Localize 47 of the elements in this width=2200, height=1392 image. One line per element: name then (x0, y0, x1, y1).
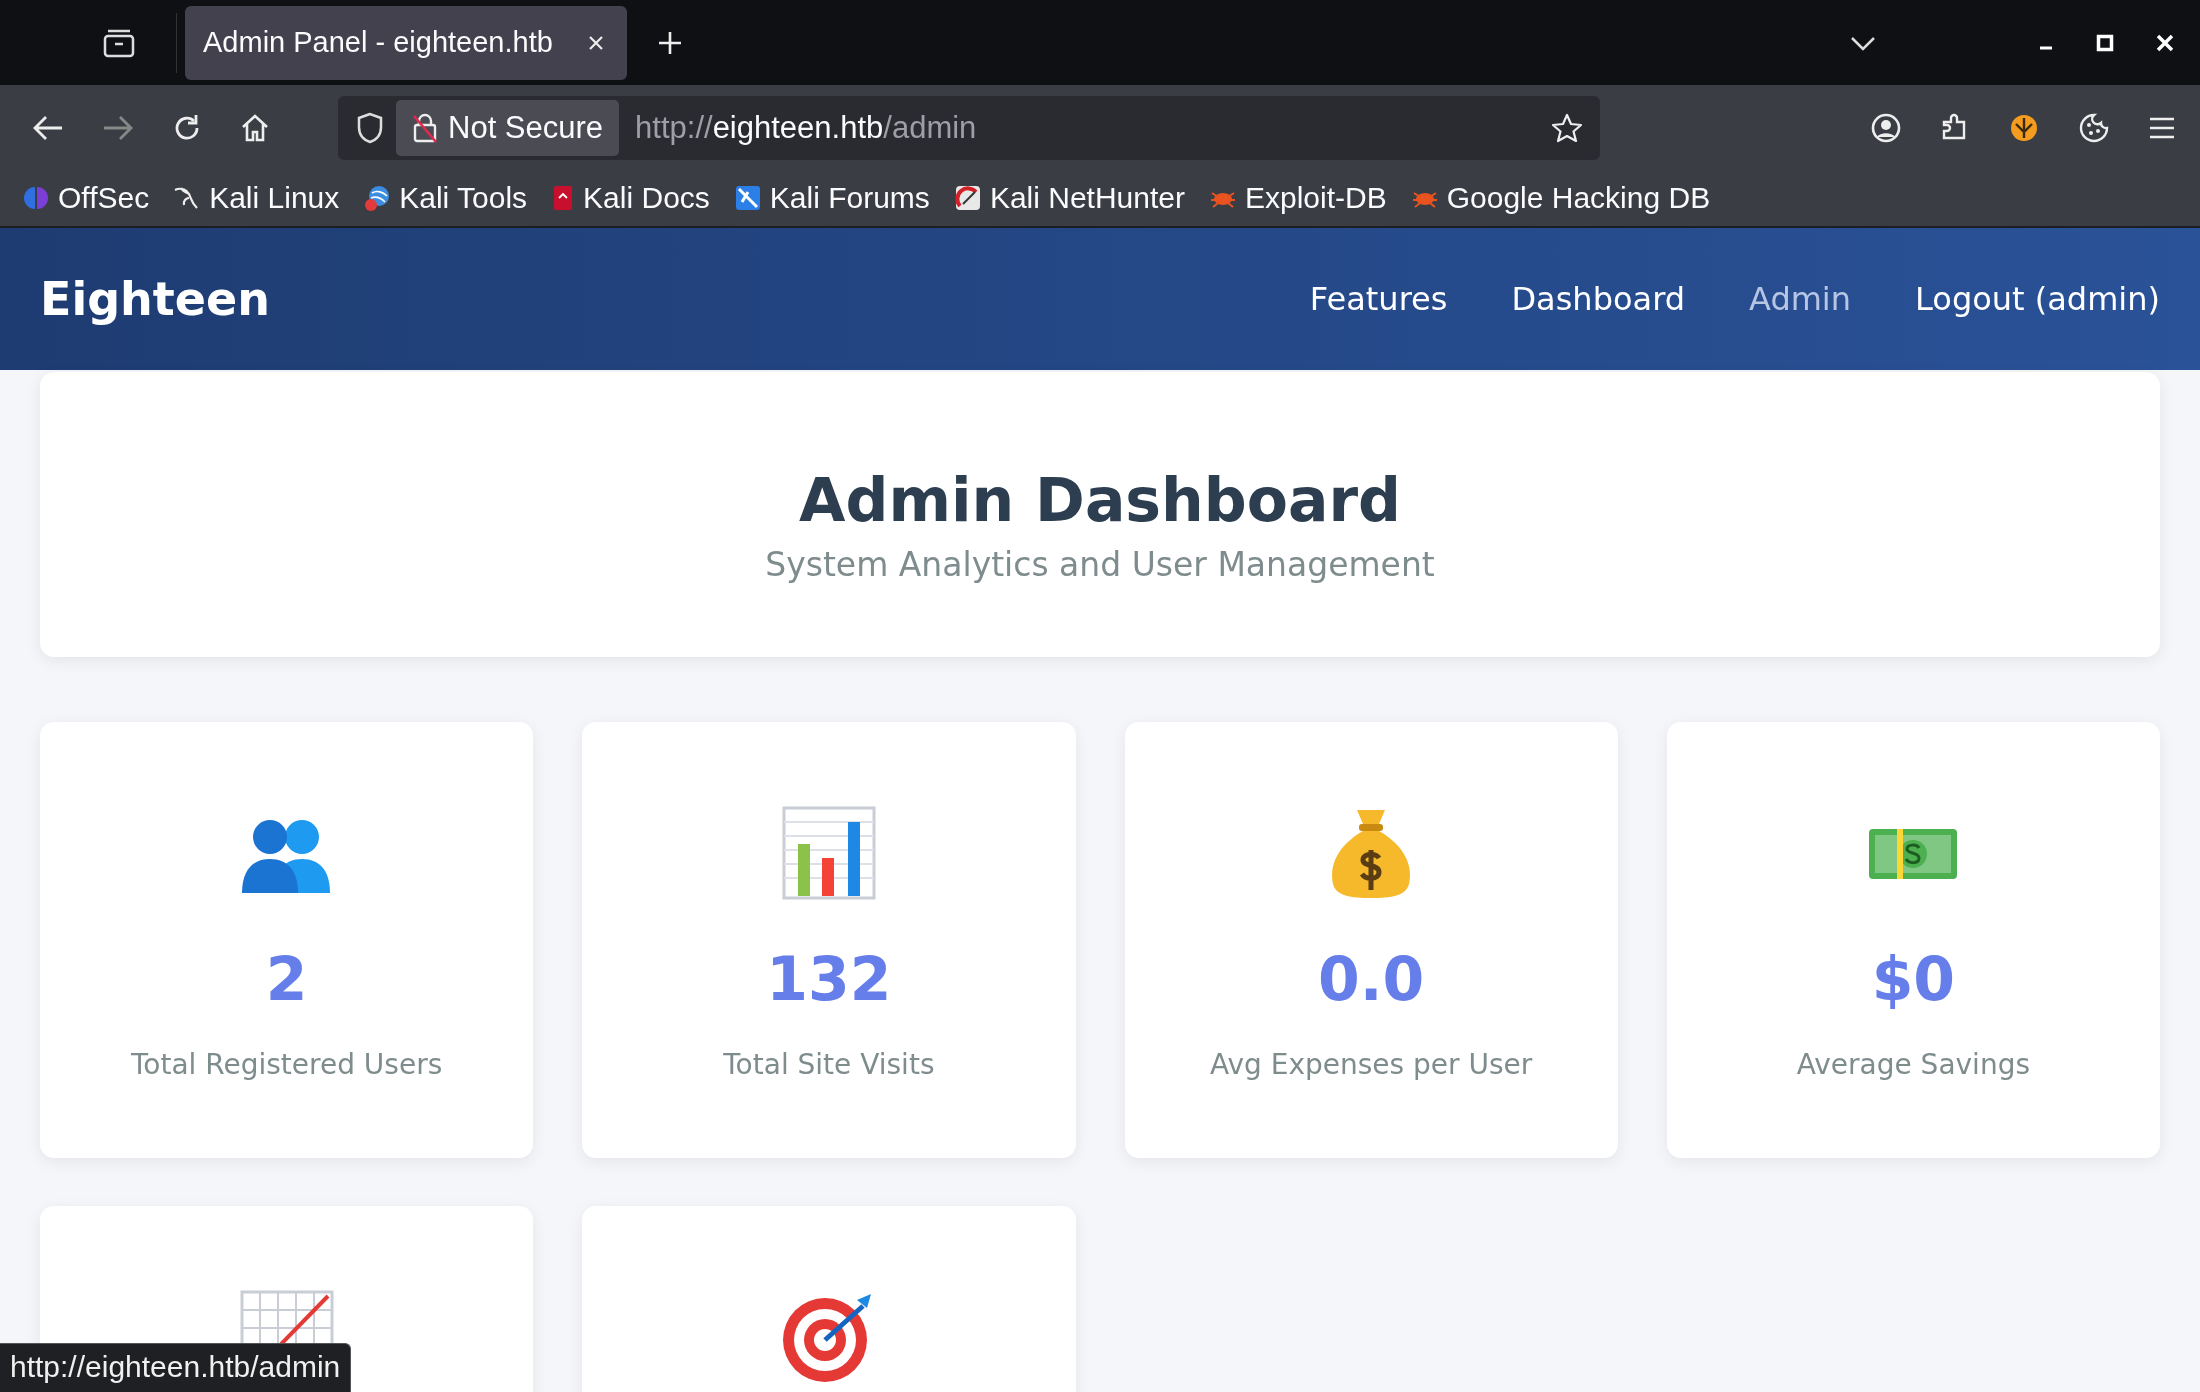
close-icon[interactable] (2156, 33, 2174, 52)
nav-link[interactable]: Logout (admin) (1915, 280, 2160, 318)
bookmark-link[interactable]: Google Hacking DB (1410, 181, 1711, 215)
bookmark-link[interactable]: OffSec (22, 181, 150, 215)
maximize-icon[interactable] (2096, 33, 2114, 52)
lock-slash-icon (412, 111, 438, 144)
tab-list-icon[interactable] (102, 27, 136, 58)
browser-tab[interactable]: Admin Panel - eighteen.htb (185, 5, 627, 80)
page-subtitle: System Analytics and User Management (765, 545, 1435, 584)
stat-label: Total Site Visits (723, 1048, 935, 1081)
line-chart-icon (239, 1290, 334, 1346)
star-icon[interactable] (1552, 112, 1582, 143)
stat-label: Avg Expenses per User (1209, 1048, 1533, 1081)
bookmark-link[interactable]: Kali Tools (363, 181, 528, 215)
stat-label: Total Registered Users (131, 1048, 443, 1081)
nav-link[interactable]: Dashboard (1511, 280, 1686, 318)
stat-value: 0.0 (1317, 944, 1425, 1014)
home-icon[interactable] (240, 112, 270, 143)
bookmark-link[interactable]: Kali Docs (551, 181, 710, 215)
stat-label: Average Savings (1796, 1048, 2030, 1081)
bookmark-link[interactable]: Exploit-DB (1208, 181, 1387, 215)
bookmark-link[interactable]: Kali Linux (173, 181, 340, 215)
account-icon[interactable] (1870, 111, 1902, 144)
bookmark-link[interactable]: Kali Forums (733, 181, 930, 215)
split-circle-icon (22, 184, 50, 212)
bar-chart-icon (781, 806, 876, 900)
link-status-tooltip: http://eighteen.htb/admin (0, 1343, 352, 1392)
stat-value: 132 (766, 944, 892, 1014)
site-logo[interactable]: Eighteen (40, 272, 270, 326)
tab-title: Admin Panel - eighteen.htb (203, 26, 553, 59)
menu-icon[interactable] (2148, 115, 2176, 140)
close-icon[interactable] (587, 33, 605, 52)
address-bar[interactable]: Not Secure http://eighteen.htb/admin (338, 95, 1600, 160)
chevron-down-icon[interactable] (1850, 34, 1876, 51)
shield-icon[interactable] (356, 111, 384, 144)
nav-link[interactable]: Admin (1749, 280, 1852, 318)
nav-link[interactable]: Features (1309, 280, 1448, 318)
stat-value: 2 (265, 944, 308, 1014)
cookie-icon[interactable] (2078, 111, 2110, 144)
new-tab-icon[interactable] (657, 29, 683, 56)
back-icon[interactable] (32, 113, 64, 142)
security-badge[interactable]: Not Secure (396, 99, 620, 156)
page-title: Admin Dashboard (799, 465, 1401, 535)
url-text: http://eighteen.htb/admin (635, 109, 977, 146)
stat-value: $0 (1871, 944, 1956, 1014)
bookmark-link[interactable]: Kali NetHunter (953, 181, 1185, 215)
forward-icon[interactable] (102, 113, 134, 142)
